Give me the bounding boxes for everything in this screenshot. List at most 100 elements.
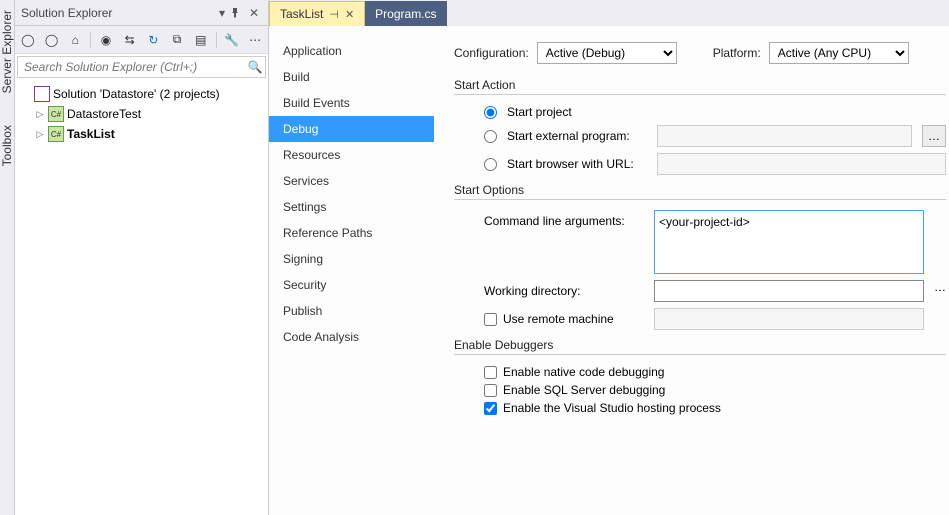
properties-icon[interactable]: 🔧 [223, 31, 241, 49]
show-all-icon[interactable]: ▤ [192, 31, 210, 49]
search-icon[interactable]: 🔍 [245, 60, 265, 74]
nav-services[interactable]: Services [269, 168, 434, 194]
tab-program-cs[interactable]: Program.cs [365, 1, 446, 26]
panel-title-text: Solution Explorer [21, 6, 214, 20]
nav-reference-paths[interactable]: Reference Paths [269, 220, 434, 246]
csharp-project-icon: C# [48, 126, 64, 142]
hosting-checkbox[interactable] [484, 402, 497, 415]
collapse-icon[interactable]: ⧉ [168, 31, 186, 49]
start-project-radio[interactable] [484, 106, 497, 119]
browse-button[interactable]: … [922, 125, 946, 147]
start-external-radio[interactable] [484, 130, 497, 143]
nav-build[interactable]: Build [269, 64, 434, 90]
platform-label: Platform: [713, 46, 761, 60]
nav-debug[interactable]: Debug [269, 116, 434, 142]
native-debug-checkbox[interactable] [484, 366, 497, 379]
chevron-right-icon[interactable]: ▷ [35, 129, 45, 140]
start-options-heading: Start Options [454, 183, 946, 200]
nav-code-analysis[interactable]: Code Analysis [269, 324, 434, 350]
nav-security[interactable]: Security [269, 272, 434, 298]
nav-signing[interactable]: Signing [269, 246, 434, 272]
configuration-select[interactable]: Active (Debug) [537, 42, 677, 64]
tab-tasklist[interactable]: TaskList ⊣ ✕ [269, 1, 365, 26]
project-label: TaskList [67, 127, 115, 141]
sql-debug-row: Enable SQL Server debugging [484, 383, 946, 397]
pin-icon[interactable]: ⊣ [329, 8, 339, 21]
config-row: Configuration: Active (Debug) Platform: … [454, 42, 946, 64]
cmd-args-input[interactable] [654, 210, 924, 274]
nav-publish[interactable]: Publish [269, 298, 434, 324]
start-external-row: Start external program: … [484, 125, 946, 147]
separator [216, 32, 217, 48]
workdir-input[interactable] [654, 280, 924, 302]
project-node[interactable]: ▷ C# DatastoreTest [17, 104, 266, 124]
csharp-project-icon: C# [48, 106, 64, 122]
back-icon[interactable]: ◯ [19, 31, 37, 49]
dropdown-icon[interactable]: ▾ [214, 6, 230, 20]
sql-debug-label: Enable SQL Server debugging [503, 383, 665, 397]
solution-explorer-panel: Solution Explorer ▾ ✕ ◯ ◯ ⌂ ◉ ⇆ ↻ ⧉ ▤ 🔧 … [15, 0, 269, 515]
remote-label: Use remote machine [503, 312, 614, 326]
hosting-label: Enable the Visual Studio hosting process [503, 401, 721, 415]
remote-machine-input[interactable] [654, 308, 924, 330]
solution-tree: Solution 'Datastore' (2 projects) ▷ C# D… [15, 80, 268, 515]
solution-icon [34, 86, 50, 102]
document-tabs: TaskList ⊣ ✕ Program.cs [269, 0, 949, 26]
more-icon[interactable]: ⋯ [246, 31, 264, 49]
nav-build-events[interactable]: Build Events [269, 90, 434, 116]
hosting-row: Enable the Visual Studio hosting process [484, 401, 946, 415]
sql-debug-checkbox[interactable] [484, 384, 497, 397]
nav-settings[interactable]: Settings [269, 194, 434, 220]
tab-label: TaskList [280, 7, 323, 21]
separator [90, 32, 91, 48]
remote-checkbox[interactable] [484, 313, 497, 326]
remote-row: Use remote machine [484, 308, 946, 330]
search-input[interactable] [18, 58, 245, 76]
browse-button[interactable]: … [934, 280, 946, 294]
start-project-row: Start project [484, 105, 946, 119]
cmd-args-label: Command line arguments: [484, 210, 644, 228]
external-program-input[interactable] [657, 125, 912, 147]
panel-title-bar: Solution Explorer ▾ ✕ [15, 0, 268, 26]
explorer-toolbar: ◯ ◯ ⌂ ◉ ⇆ ↻ ⧉ ▤ 🔧 ⋯ [15, 26, 268, 54]
workdir-label: Working directory: [484, 280, 644, 298]
sync-icon[interactable]: ⇆ [121, 31, 139, 49]
property-nav: Application Build Build Events Debug Res… [269, 26, 434, 515]
property-content: Configuration: Active (Debug) Platform: … [434, 26, 949, 515]
start-action-heading: Start Action [454, 78, 946, 95]
workdir-row: Working directory: … [484, 280, 946, 302]
pin-icon[interactable] [230, 8, 246, 18]
close-icon[interactable]: ✕ [345, 8, 354, 21]
configuration-label: Configuration: [454, 46, 529, 60]
solution-label: Solution 'Datastore' (2 projects) [53, 87, 220, 101]
nav-application[interactable]: Application [269, 38, 434, 64]
scope-icon[interactable]: ◉ [97, 31, 115, 49]
start-browser-row: Start browser with URL: [484, 153, 946, 175]
browser-url-input[interactable] [657, 153, 946, 175]
side-tool-strip: Server Explorer Toolbox [0, 0, 15, 515]
native-debug-row: Enable native code debugging [484, 365, 946, 379]
native-debug-label: Enable native code debugging [503, 365, 664, 379]
start-browser-radio[interactable] [484, 158, 497, 171]
forward-icon[interactable]: ◯ [43, 31, 61, 49]
side-tab-toolbox[interactable]: Toolbox [0, 121, 14, 170]
tab-label: Program.cs [375, 7, 436, 21]
chevron-right-icon[interactable]: ▷ [35, 109, 45, 120]
platform-select[interactable]: Active (Any CPU) [769, 42, 909, 64]
main-area: TaskList ⊣ ✕ Program.cs Application Buil… [269, 0, 949, 515]
close-icon[interactable]: ✕ [246, 6, 262, 20]
side-tab-server-explorer[interactable]: Server Explorer [0, 6, 14, 97]
home-icon[interactable]: ⌂ [66, 31, 84, 49]
nav-resources[interactable]: Resources [269, 142, 434, 168]
debuggers-heading: Enable Debuggers [454, 338, 946, 355]
start-project-label: Start project [507, 105, 572, 119]
refresh-icon[interactable]: ↻ [145, 31, 163, 49]
project-node[interactable]: ▷ C# TaskList [17, 124, 266, 144]
cmd-args-row: Command line arguments: [484, 210, 946, 274]
project-label: DatastoreTest [67, 107, 141, 121]
start-external-label: Start external program: [507, 129, 647, 143]
search-box[interactable]: 🔍 [17, 56, 266, 78]
solution-node[interactable]: Solution 'Datastore' (2 projects) [17, 84, 266, 104]
start-browser-label: Start browser with URL: [507, 157, 647, 171]
property-page: Application Build Build Events Debug Res… [269, 26, 949, 515]
